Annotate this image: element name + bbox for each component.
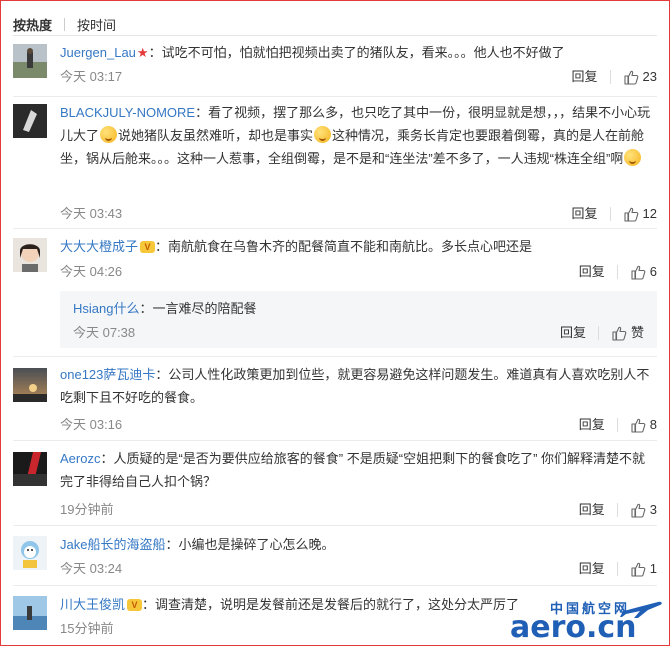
avatar[interactable]: [13, 536, 47, 570]
reply-button[interactable]: 回复: [572, 205, 598, 223]
like-button[interactable]: 23: [623, 68, 657, 86]
action-divider: [616, 265, 618, 279]
tab-divider: [64, 17, 66, 31]
star-badge-icon: ★: [136, 45, 149, 60]
action-divider: [597, 326, 599, 340]
site-watermark: 中国航空网 aero.cn: [506, 598, 666, 645]
sort-tabs: 按热度 按时间: [13, 14, 116, 34]
thumbs-up-icon: [623, 70, 638, 85]
vip-badge-icon: V: [127, 599, 143, 611]
comment-time: 今天 03:24: [60, 561, 123, 576]
like-count: 23: [642, 69, 657, 84]
like-button[interactable]: 8: [630, 416, 657, 434]
action-divider: [609, 207, 611, 221]
tab-sort-time[interactable]: 按时间: [77, 15, 116, 34]
like-count: 8: [649, 417, 657, 432]
thumbs-up-icon: [612, 326, 627, 341]
action-divider: [616, 562, 618, 576]
comment-time: 15分钟前: [60, 621, 114, 636]
action-divider: [616, 418, 618, 432]
comment-author[interactable]: one123萨瓦迪卡: [60, 367, 155, 382]
laugh-emoji-icon: [624, 149, 642, 166]
comment-divider: [13, 96, 657, 97]
comment-author[interactable]: 大大大橙成子: [60, 239, 138, 254]
comment-divider: [13, 356, 657, 357]
comment-time: 今天 03:43: [60, 206, 123, 221]
comment-author[interactable]: Aerozc: [60, 451, 100, 466]
avatar[interactable]: [13, 452, 47, 486]
avatar[interactable]: [13, 44, 47, 78]
comment-text: ：南航航食在乌鲁木齐的配餐简直不能和南航比。多长点心吧还是: [155, 239, 533, 254]
nested-reply: Hsiang什么：一言难尽的陪配餐 今天 07:38 回复 赞: [60, 291, 657, 348]
like-button[interactable]: 12: [623, 205, 657, 223]
like-button[interactable]: 3: [630, 501, 657, 519]
comment-text: ：试吃不可怕，怕就怕把视频出卖了的猪队友，看来。。。他人也不好做了: [148, 45, 565, 60]
comment-item: Jake船长的海盗船：小编也是操碎了心怎么晚。 今天 03:24 回复 1: [13, 536, 657, 582]
comment-item: Aerozc：人质疑的是“是否为要供应给旅客的餐食” 不是质疑“空姐把剩下的餐食…: [13, 451, 657, 522]
thumbs-up-icon: [623, 207, 638, 222]
reply-time: 今天 07:38: [73, 325, 136, 340]
reply-button[interactable]: 回复: [579, 560, 605, 578]
comment-author[interactable]: Jake船长的海盗船: [60, 537, 165, 552]
comment-text-part-2: 说她猪队友虽然难听，却也是事实: [118, 128, 314, 143]
comment-time: 19分钟前: [60, 502, 114, 517]
tab-sort-hot[interactable]: 按热度: [13, 15, 52, 34]
avatar[interactable]: [13, 368, 47, 402]
comment-author[interactable]: Juergen_Lau: [60, 45, 136, 60]
thumbs-up-icon: [631, 265, 646, 280]
emoji-icon: [314, 126, 332, 143]
like-label: 赞: [630, 325, 644, 340]
reply-button[interactable]: 回复: [579, 263, 605, 281]
header-divider: [13, 35, 657, 36]
comment-time: 今天 03:16: [60, 417, 123, 432]
vip-badge-icon: V: [140, 241, 156, 253]
like-button[interactable]: 1: [630, 560, 657, 578]
reply-button[interactable]: 回复: [579, 501, 605, 519]
avatar[interactable]: [13, 596, 47, 630]
comment-author[interactable]: BLACKJULY-NOMORE: [60, 105, 195, 120]
comment-text: ：调查清楚，说明是发餐前还是发餐后的就行了，这处分太严厉了: [142, 597, 520, 612]
comment-text: ：小编也是操碎了心怎么晚。: [165, 537, 335, 552]
thumbs-up-icon: [631, 562, 646, 577]
like-count: 6: [649, 264, 657, 279]
comment-time: 今天 03:17: [60, 69, 123, 84]
reply-author[interactable]: Hsiang什么: [73, 301, 139, 316]
like-button[interactable]: 赞: [611, 324, 644, 342]
action-divider: [616, 503, 618, 517]
thumbs-up-icon: [631, 503, 646, 518]
action-divider: [609, 70, 611, 84]
reply-button[interactable]: 回复: [572, 68, 598, 86]
reply-text: ：一言难尽的陪配餐: [139, 301, 257, 316]
avatar[interactable]: [13, 104, 47, 138]
comment-divider: [13, 525, 657, 526]
comment-divider: [13, 228, 657, 229]
comment-item: BLACKJULY-NOMORE：看了视频，摆了那么多，也只吃了其中一份，很明显…: [13, 104, 657, 224]
reply-button[interactable]: 回复: [579, 416, 605, 434]
like-count: 3: [649, 502, 657, 517]
comment-divider: [13, 585, 657, 586]
comment-text: ：人质疑的是“是否为要供应给旅客的餐食” 不是质疑“空姐把剩下的餐食吃了” 你们…: [60, 451, 646, 489]
comment-author[interactable]: 川大王俊凯: [60, 597, 125, 612]
emoji-icon: [100, 126, 118, 143]
like-count: 12: [642, 206, 657, 221]
like-button[interactable]: 6: [630, 263, 657, 281]
reply-button[interactable]: 回复: [560, 324, 586, 342]
thumbs-up-icon: [631, 418, 646, 433]
comment-item: one123萨瓦迪卡：公司人性化政策更加到位些，就更容易避免这样问题发生。难道真…: [13, 367, 657, 438]
comment-time: 今天 04:26: [60, 264, 123, 279]
comment-item: 大大大橙成子 V ：南航航食在乌鲁木齐的配餐简直不能和南航比。多长点心吧还是 今天 …: [13, 238, 657, 288]
comment-divider: [13, 440, 657, 441]
like-count: 1: [649, 561, 657, 576]
watermark-main-text: aero.cn: [510, 610, 637, 645]
comment-item: Juergen_Lau★：试吃不可怕，怕就怕把视频出卖了的猪队友，看来。。。他人…: [13, 44, 657, 94]
avatar[interactable]: [13, 238, 47, 272]
